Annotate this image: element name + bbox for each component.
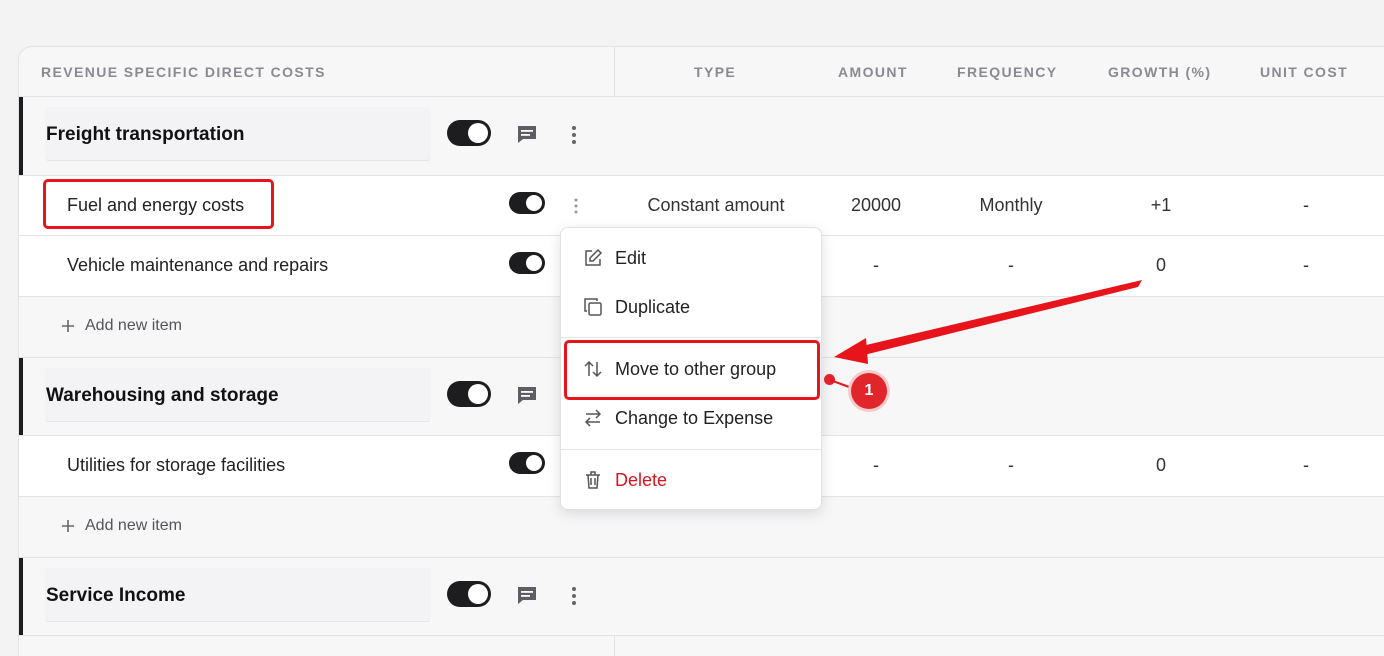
item-toggle[interactable] xyxy=(509,192,545,214)
item-name: Vehicle maintenance and repairs xyxy=(67,255,329,275)
group-toggle[interactable] xyxy=(447,581,491,607)
column-header-growth: GROWTH (%) xyxy=(1108,64,1212,80)
comment-icon[interactable] xyxy=(515,123,539,147)
item-toggle[interactable] xyxy=(509,452,545,474)
column-header-amount: AMOUNT xyxy=(838,64,908,80)
cell-growth[interactable]: +1 xyxy=(1151,195,1172,216)
item-highlight xyxy=(43,179,274,229)
cell-frequency[interactable]: Monthly xyxy=(979,195,1042,216)
cell-amount[interactable]: - xyxy=(873,455,879,476)
cell-amount[interactable]: 20000 xyxy=(851,195,901,216)
group-row: Service Income xyxy=(19,558,1384,636)
more-vertical-icon[interactable] xyxy=(565,584,583,608)
cell-frequency[interactable]: - xyxy=(1008,455,1014,476)
group-title: Warehousing and storage xyxy=(46,385,279,406)
cell-frequency[interactable]: - xyxy=(1008,255,1014,276)
cell-unit-cost[interactable]: - xyxy=(1303,195,1309,216)
comment-icon[interactable] xyxy=(515,384,539,408)
cell-growth[interactable]: 0 xyxy=(1156,255,1166,276)
group-indicator xyxy=(19,97,23,175)
add-new-item-button[interactable]: Add new item xyxy=(61,317,182,335)
cell-unit-cost[interactable]: - xyxy=(1303,255,1309,276)
annotation-badge: 1 xyxy=(851,373,887,409)
section-title: REVENUE SPECIFIC DIRECT COSTS xyxy=(41,64,326,80)
column-header-type: TYPE xyxy=(694,64,737,80)
add-new-item-button[interactable]: Add new item xyxy=(61,517,182,535)
group-indicator xyxy=(19,558,23,635)
group-indicator xyxy=(19,358,23,435)
group-title: Freight transportation xyxy=(46,124,245,145)
group-toggle[interactable] xyxy=(447,381,491,407)
cell-type[interactable]: Constant amount xyxy=(647,195,784,216)
cell-unit-cost[interactable]: - xyxy=(1303,455,1309,476)
plus-icon xyxy=(62,320,74,332)
edit-icon xyxy=(585,248,603,266)
column-header-frequency: FREQUENCY xyxy=(957,64,1058,80)
menu-highlight xyxy=(564,340,820,400)
item-name: Utilities for storage facilities xyxy=(67,455,286,475)
group-row: Freight transportation xyxy=(19,97,1384,176)
cell-growth[interactable]: 0 xyxy=(1156,455,1166,476)
menu-item-change-to-expense[interactable]: Change to Expense xyxy=(561,396,821,440)
comment-icon[interactable] xyxy=(515,584,539,608)
group-title: Service Income xyxy=(46,585,186,606)
menu-divider xyxy=(561,449,821,450)
menu-item-delete[interactable]: Delete xyxy=(561,458,821,502)
menu-item-edit[interactable]: Edit xyxy=(561,236,821,280)
more-vertical-icon[interactable] xyxy=(569,195,583,217)
table-header: REVENUE SPECIFIC DIRECT COSTS TYPE AMOUN… xyxy=(19,47,1384,97)
plus-icon xyxy=(62,520,74,532)
swap-horizontal-icon xyxy=(584,409,602,427)
menu-item-duplicate[interactable]: Duplicate xyxy=(561,285,821,329)
add-new-item-label: Add new item xyxy=(85,517,182,534)
item-toggle[interactable] xyxy=(509,252,545,274)
duplicate-icon xyxy=(584,298,602,316)
column-header-unit-cost: UNIT COST xyxy=(1260,64,1349,80)
trash-icon xyxy=(586,471,600,489)
more-vertical-icon[interactable] xyxy=(565,123,583,147)
annotation-dot xyxy=(824,374,835,385)
menu-divider xyxy=(561,337,821,338)
cell-amount[interactable]: - xyxy=(873,255,879,276)
group-toggle[interactable] xyxy=(447,120,491,146)
add-new-item-label: Add new item xyxy=(85,317,182,334)
